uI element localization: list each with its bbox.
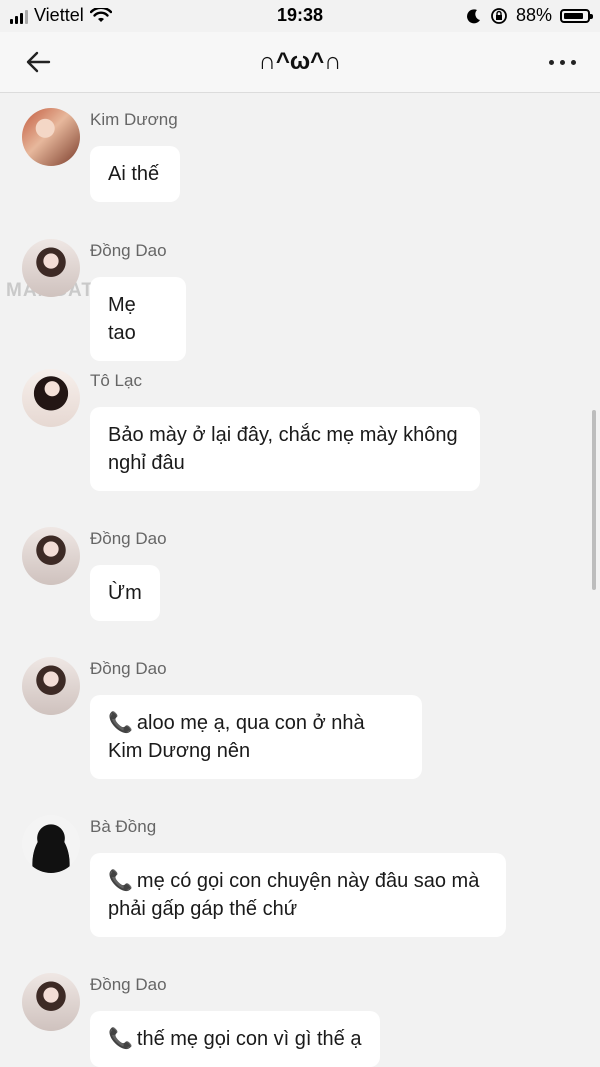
message-bubble[interactable]: Mẹ tao (90, 277, 186, 361)
message-bubble[interactable]: 📞 thế mẹ gọi con vì gì thế ạ (90, 1011, 380, 1067)
more-dots-icon (559, 59, 565, 65)
chat-title: ∩^ω^∩ (258, 48, 342, 75)
avatar[interactable] (22, 815, 80, 873)
phone-icon: 📞 (108, 712, 133, 734)
avatar[interactable] (22, 239, 80, 297)
status-right: 88% (466, 5, 593, 26)
message-text: mẹ có gọi con chuyện này đâu sao mà phải… (108, 870, 480, 920)
message-text: Mẹ tao (108, 294, 136, 344)
message-text: Bảo mày ở lại đây, chắc mẹ mày không ngh… (108, 424, 458, 474)
sender-name: Đồng Dao (90, 975, 167, 994)
chat-header: ∩^ω^∩ (0, 32, 600, 93)
moon-icon (467, 8, 480, 23)
rotation-lock-icon (491, 7, 507, 24)
message-bubble[interactable]: Ai thế (90, 146, 180, 202)
avatar[interactable] (22, 973, 80, 1031)
avatar[interactable] (22, 369, 80, 427)
battery-icon (560, 8, 593, 23)
message-bubble[interactable]: Ừm (90, 565, 160, 621)
sender-name: Kim Dương (90, 110, 178, 129)
scrollbar[interactable] (592, 410, 596, 590)
sender-name: Đồng Dao (90, 241, 167, 260)
sender-name: Bà Đồng (90, 817, 157, 836)
more-dots-icon (570, 59, 576, 65)
battery-percent: 88% (515, 5, 552, 25)
phone-icon: 📞 (108, 1028, 133, 1050)
message-bubble[interactable]: 📞 aloo mẹ ạ, qua con ở nhà Kim Dương nên (90, 695, 422, 779)
sender-name: Đồng Dao (90, 529, 167, 548)
message-bubble[interactable]: Bảo mày ở lại đây, chắc mẹ mày không ngh… (90, 407, 480, 491)
message-text: Ai thế (108, 163, 160, 185)
more-options-button[interactable] (542, 44, 582, 80)
avatar[interactable] (22, 108, 80, 166)
message-text: thế mẹ gọi con vì gì thế ạ (136, 1028, 362, 1050)
message-bubble[interactable]: 📞 mẹ có gọi con chuyện này đâu sao mà phả… (90, 853, 506, 937)
message-text: aloo mẹ ạ, qua con ở nhà Kim Dương nên (108, 712, 365, 762)
more-dots-icon (548, 59, 554, 65)
avatar[interactable] (22, 527, 80, 585)
sender-name: Tô Lạc (90, 371, 142, 390)
avatar[interactable] (22, 657, 80, 715)
message-text: Ừm (108, 582, 142, 604)
status-bar: Viettel 19:38 88% (0, 0, 600, 32)
phone-icon: 📞 (108, 870, 133, 892)
sender-name: Đồng Dao (90, 659, 167, 678)
